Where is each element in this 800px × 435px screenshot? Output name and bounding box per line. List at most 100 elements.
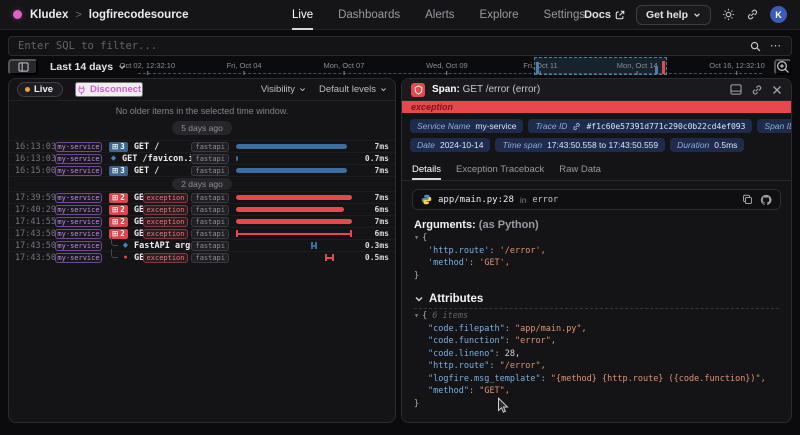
default-levels-label: Default levels (319, 84, 376, 95)
code-key: "http.route" (428, 361, 489, 371)
live-button[interactable]: Live (17, 82, 63, 97)
timeline-tick-label: Mon, Oct 14 (617, 61, 658, 70)
docs-link[interactable]: Docs (584, 9, 625, 21)
nested-spans-icon: ⊞ (112, 194, 118, 202)
code-filepath[interactable]: app/main.py:28 (438, 195, 514, 205)
meta-pill: Service Name my-service (410, 119, 523, 133)
user-avatar[interactable]: K (770, 6, 787, 23)
code-fold-line[interactable]: ▾{6 items (414, 310, 779, 323)
span-count-badge[interactable]: ⊞2 (109, 217, 128, 227)
duration-label: 7ms (359, 166, 389, 175)
default-levels-dropdown[interactable]: Default levels (319, 84, 387, 95)
fastapi-tag: fastapi (191, 217, 229, 227)
code-location-box: app/main.py:28 in error (412, 189, 781, 210)
tag-list: fastapi (191, 142, 229, 152)
span-count-badge[interactable]: ⊞2 (109, 205, 128, 215)
row-timestamp: 16:13:03 (15, 142, 55, 152)
code-line: "code.lineno": 28, (414, 348, 779, 361)
trace-row[interactable]: 17:43:50 my-service ● GET /error (error)… (9, 251, 395, 263)
timeline-tick-mark (343, 71, 344, 75)
timeline-tick: Fri, Oct 11 (523, 61, 557, 75)
timeline-tick-label: Oct 02, 12:32:10 (120, 61, 175, 70)
nav-tab-alerts[interactable]: Alerts (425, 0, 454, 30)
copy-link-icon[interactable] (751, 84, 763, 96)
top-nav: Kludex > logfirecodesource LiveDashboard… (0, 0, 800, 30)
visibility-dropdown[interactable]: Visibility (261, 84, 306, 95)
duration-bar-track (236, 252, 352, 263)
trace-row[interactable]: 17:41:55 my-service ⊞2 GET /error except… (9, 215, 395, 227)
code-key: "code.function" (428, 336, 505, 346)
span-title: GET /error (error) (463, 84, 541, 95)
span-message: GET / (134, 142, 192, 152)
span-count: 3 (120, 142, 125, 151)
span-message: GET /favicon.ico (122, 154, 191, 164)
timeline-tick: Oct 02, 12:32:10 (120, 61, 175, 75)
breadcrumb-project[interactable]: logfirecodesource (89, 9, 189, 21)
trace-row[interactable]: 17:40:29 my-service ⊞2 GET /error except… (9, 203, 395, 215)
nav-tab-explore[interactable]: Explore (480, 0, 519, 30)
exception-tag: exception (143, 217, 189, 227)
span-message: GET /error (134, 229, 143, 239)
span-count-badge[interactable]: ⊞2 (109, 193, 128, 203)
timeline-zoom-button[interactable] (774, 59, 792, 75)
time-range-selector[interactable]: Last 14 days (50, 61, 126, 73)
detail-tab-details[interactable]: Details (412, 161, 441, 180)
python-icon (421, 194, 432, 205)
arguments-subtitle: (as Python) (479, 219, 539, 231)
theme-toggle-button[interactable] (722, 8, 735, 21)
search-icon[interactable] (750, 41, 761, 52)
span-message: GET /error (134, 193, 143, 203)
duration-label: 6ms (359, 229, 389, 238)
timeline-tick-label: Mon, Oct 07 (324, 61, 365, 70)
nested-spans-icon: ⊞ (112, 218, 118, 226)
trace-row[interactable]: 16:15:00 my-service ⊞3 GET / fastapi 7ms (9, 164, 395, 176)
disconnect-button[interactable]: Disconnect (75, 82, 143, 97)
nav-tab-live[interactable]: Live (292, 0, 313, 30)
fastapi-tag: fastapi (191, 241, 229, 251)
span-message: GET /error (error) (134, 253, 143, 263)
github-icon[interactable] (760, 194, 772, 206)
row-timestamp: 17:43:50 (15, 253, 55, 263)
span-count: 2 (120, 205, 125, 214)
detail-tab-raw-data[interactable]: Raw Data (559, 161, 601, 180)
sql-filter-bar: ⋯ (8, 36, 792, 56)
code-value: "error", (515, 336, 556, 346)
trace-row[interactable]: 16:13:03 my-service ⊞3 GET / fastapi 7ms (9, 140, 395, 152)
span-count-badge[interactable]: ⊞3 (109, 166, 128, 176)
share-link-button[interactable] (746, 8, 759, 21)
breadcrumb-org[interactable]: Kludex (30, 9, 68, 21)
attributes-header[interactable]: Attributes (414, 293, 779, 309)
sidebar-toggle-button[interactable] (8, 59, 38, 75)
get-help-button[interactable]: Get help (636, 5, 711, 25)
chevron-down-icon (299, 86, 306, 93)
meta-pill-label: Span ID (764, 121, 792, 131)
exception-tag: exception (143, 193, 189, 203)
duration-bar (236, 233, 352, 235)
meta-pill-value: #f1c60e57391d771c290c0b22cd4ef093 (586, 122, 745, 131)
copy-icon[interactable] (742, 194, 753, 205)
nav-tab-settings[interactable]: Settings (544, 0, 586, 30)
trace-row[interactable]: 17:39:59 my-service ⊞2 GET /error except… (9, 191, 395, 203)
code-fold-line[interactable]: ▾{ (414, 232, 779, 245)
link-icon[interactable] (572, 122, 581, 131)
trace-row[interactable]: 17:43:50 my-service ⊞2 GET /error except… (9, 227, 395, 239)
timeline-track[interactable]: Oct 02, 12:32:10 Fri, Oct 04 Mon, Oct 07… (138, 59, 762, 75)
dock-panel-icon[interactable] (730, 84, 742, 95)
exception-tag: exception (143, 205, 189, 215)
plug-icon (77, 85, 86, 95)
more-options-icon[interactable]: ⋯ (770, 41, 782, 52)
live-trace-panel: Live Disconnect Visibility Default level… (8, 78, 396, 423)
fastapi-tag: fastapi (191, 142, 229, 152)
close-icon[interactable] (772, 85, 782, 95)
detail-tab-exception-traceback[interactable]: Exception Traceback (456, 161, 544, 180)
span-count-badge[interactable]: ⊞3 (109, 142, 128, 152)
sql-filter-input[interactable] (18, 40, 750, 52)
trace-row[interactable]: 16:13:03 my-service ◆ GET /favicon.ico f… (9, 152, 395, 164)
code-value: '/error', (500, 246, 546, 256)
trace-row[interactable]: 17:43:50 my-service ◆ FastAPI arguments … (9, 239, 395, 251)
nav-tab-dashboards[interactable]: Dashboards (338, 0, 400, 30)
fold-arrow-icon[interactable]: ▾ (414, 233, 419, 243)
timeline-tick: Mon, Oct 14 (617, 61, 658, 75)
fold-arrow-icon[interactable]: ▾ (414, 311, 419, 321)
code-value: "/error", (500, 361, 546, 371)
